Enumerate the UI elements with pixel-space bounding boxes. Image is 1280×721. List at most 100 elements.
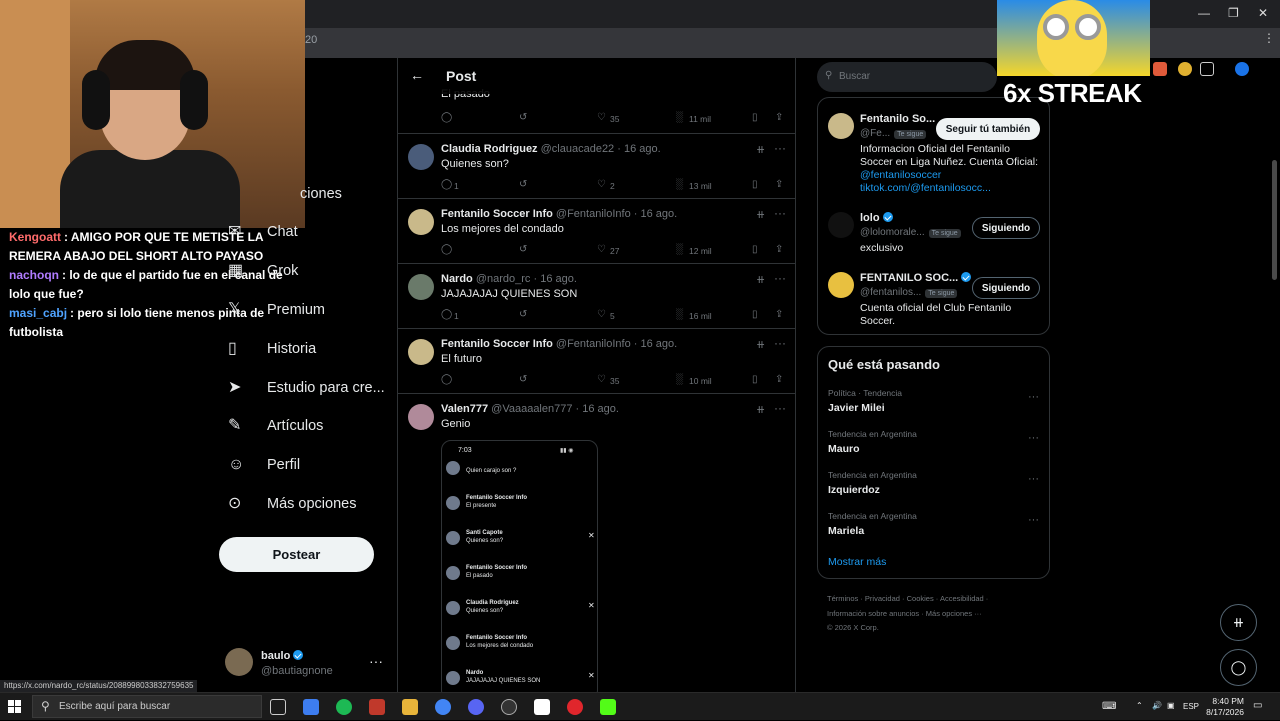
views-icon[interactable]: ░ xyxy=(676,374,683,385)
scrollbar-thumb[interactable] xyxy=(1272,160,1277,280)
share-icon[interactable]: ⇪ xyxy=(775,309,783,320)
following-button[interactable]: Siguiendo xyxy=(972,277,1040,299)
trend-item[interactable]: Tendencia en Argentina Mauro ··· xyxy=(828,429,1043,455)
retweet-icon[interactable]: ↺ xyxy=(519,244,527,255)
page-scrollbar[interactable] xyxy=(1270,60,1280,692)
like-icon[interactable]: ♡ xyxy=(597,112,606,123)
tweet-handle[interactable]: @clauacade22 xyxy=(541,143,615,155)
tweet-author-name[interactable]: Fentanilo Soccer Info xyxy=(441,338,553,350)
tweet-handle[interactable]: @FentaniloInfo xyxy=(556,208,631,220)
reply-tweet[interactable]: Fentanilo Soccer Info @FentaniloInfo · 1… xyxy=(398,199,795,264)
kick-icon[interactable] xyxy=(600,699,616,715)
more-icon[interactable]: ··· xyxy=(1028,473,1039,485)
bookmark-icon[interactable]: ▯ xyxy=(752,309,758,320)
chat-username[interactable]: Kengoatt xyxy=(9,230,61,244)
share-icon[interactable]: ⇪ xyxy=(775,112,783,123)
reply-icon[interactable]: ◯ xyxy=(441,112,452,123)
more-icon[interactable]: ··· xyxy=(774,336,786,350)
chat-username[interactable]: masi_cabj xyxy=(9,306,67,320)
grok-icon[interactable]: ⧺ xyxy=(756,143,765,156)
tweet-date[interactable]: · 16 ago. xyxy=(576,403,619,415)
keyboard-icon[interactable]: ⌨ xyxy=(1102,701,1116,712)
avatar[interactable] xyxy=(828,113,854,139)
trend-item[interactable]: Tendencia en Argentina Izquierdoz ··· xyxy=(828,470,1043,496)
obs-icon[interactable] xyxy=(501,699,517,715)
more-icon[interactable]: ··· xyxy=(774,206,786,220)
tweet-date[interactable]: · 16 ago. xyxy=(534,273,577,285)
language-indicator[interactable]: ESP xyxy=(1183,702,1199,711)
reply-tweet[interactable]: Claudia Rodriguez @clauacade22 · 16 ago.… xyxy=(398,134,795,199)
tweet-author-name[interactable]: Valen777 xyxy=(441,403,488,415)
discord-icon[interactable] xyxy=(468,699,484,715)
reply-tweet[interactable]: Fentanilo Soccer Info @FentaniloInfo · 1… xyxy=(398,329,795,394)
like-icon[interactable]: ♡ xyxy=(597,309,606,320)
chat-username[interactable]: nachoqn xyxy=(9,268,59,282)
account-switcher[interactable]: baulo @bautiagnone ··· xyxy=(225,648,390,680)
post-button[interactable]: Postear xyxy=(219,537,374,572)
bio-link[interactable]: tiktok.com/@fentanilosocc... xyxy=(860,182,991,194)
more-icon[interactable]: ··· xyxy=(1028,514,1039,526)
grok-icon[interactable]: ⧺ xyxy=(756,338,765,351)
grok-fab-icon[interactable]: ⧺ xyxy=(1220,604,1257,641)
avatar[interactable] xyxy=(408,339,434,365)
nav-item-x-premium[interactable]: 𝕏 Premium xyxy=(218,295,325,325)
share-icon[interactable]: ⇪ xyxy=(775,179,783,190)
chevron-up-icon[interactable]: ⌃ xyxy=(1136,701,1143,710)
taskbar-search-input[interactable]: ⚲ Escribe aquí para buscar xyxy=(32,695,262,718)
related-account-name[interactable]: lolo xyxy=(860,212,880,224)
share-icon[interactable]: ⇪ xyxy=(775,244,783,255)
share-icon[interactable]: ⇪ xyxy=(775,374,783,385)
reply-tweet[interactable]: Nardo @nardo_rc · 16 ago. ⧺ ··· JAJAJAJAJ Q… xyxy=(398,264,795,329)
retweet-icon[interactable]: ↺ xyxy=(519,112,527,123)
reply-icon[interactable]: ◯ xyxy=(441,374,452,385)
like-icon[interactable]: ♡ xyxy=(597,179,606,190)
spotify-icon[interactable] xyxy=(336,699,352,715)
tweet-handle[interactable]: @FentaniloInfo xyxy=(556,338,631,350)
extension-icon[interactable] xyxy=(1153,62,1167,76)
maximize-button[interactable]: ❐ xyxy=(1228,6,1239,20)
related-account[interactable]: Fentanilo So... @Fe... Te sigue Seguir tú t… xyxy=(828,113,1043,203)
views-icon[interactable]: ░ xyxy=(676,309,683,320)
taskbar-clock[interactable]: 8:40 PM 8/17/2026 xyxy=(1200,696,1244,718)
minimize-button[interactable]: — xyxy=(1198,6,1210,20)
grok-icon[interactable]: ⧺ xyxy=(756,208,765,221)
more-icon[interactable]: ··· xyxy=(774,401,786,415)
browser-menu-icon[interactable]: ⋮ xyxy=(1263,31,1275,45)
more-icon[interactable]: ··· xyxy=(1028,432,1039,444)
search-input[interactable]: ⚲ Buscar xyxy=(817,62,997,92)
network-icon[interactable]: ▣ xyxy=(1167,701,1175,710)
tweet-date[interactable]: · 16 ago. xyxy=(634,338,677,350)
grok-icon[interactable]: ⧺ xyxy=(756,273,765,286)
copilot-icon[interactable] xyxy=(303,699,319,715)
views-icon[interactable]: ░ xyxy=(676,244,683,255)
avatar[interactable] xyxy=(408,144,434,170)
grok-icon[interactable]: ⧺ xyxy=(756,403,765,416)
profile-avatar-icon[interactable] xyxy=(1235,62,1249,76)
related-account-name[interactable]: FENTANILO SOC... xyxy=(860,272,958,284)
bio-link[interactable]: @fentanilosoccer xyxy=(860,169,941,181)
show-more-link[interactable]: Mostrar más xyxy=(828,556,886,568)
following-button[interactable]: Siguiendo xyxy=(972,217,1040,239)
back-arrow-icon[interactable]: ← xyxy=(410,67,424,83)
retweet-icon[interactable]: ↺ xyxy=(519,309,527,320)
capcut-icon[interactable] xyxy=(534,699,550,715)
bookmark-icon[interactable]: ▯ xyxy=(752,374,758,385)
more-icon[interactable]: ··· xyxy=(774,141,786,155)
extensions-puzzle-icon[interactable] xyxy=(1200,62,1214,76)
related-account-name[interactable]: Fentanilo So... xyxy=(860,113,935,125)
footer-links[interactable]: Términos · Privacidad · Cookies · Accesi… xyxy=(827,592,1047,607)
tweet-date[interactable]: · 16 ago. xyxy=(634,208,677,220)
views-icon[interactable]: ░ xyxy=(676,179,683,190)
footer-links[interactable]: Información sobre anuncios · Más opcione… xyxy=(827,607,1047,622)
tweet-date[interactable]: · 16 ago. xyxy=(617,143,660,155)
views-icon[interactable]: ░ xyxy=(676,112,683,123)
nav-item-article[interactable]: ✎ Artículos xyxy=(218,411,323,441)
windows-start-icon[interactable] xyxy=(8,700,21,713)
like-icon[interactable]: ♡ xyxy=(597,244,606,255)
bookmark-icon[interactable]: ▯ xyxy=(752,244,758,255)
nav-item-rocket[interactable]: ➤ Estudio para cre... xyxy=(218,373,385,403)
trend-item[interactable]: Tendencia en Argentina Mariela ··· xyxy=(828,511,1043,537)
opera-icon[interactable] xyxy=(567,699,583,715)
trend-item[interactable]: Política · Tendencia Javier Milei ··· xyxy=(828,388,1043,414)
extension-icon[interactable] xyxy=(1178,62,1192,76)
